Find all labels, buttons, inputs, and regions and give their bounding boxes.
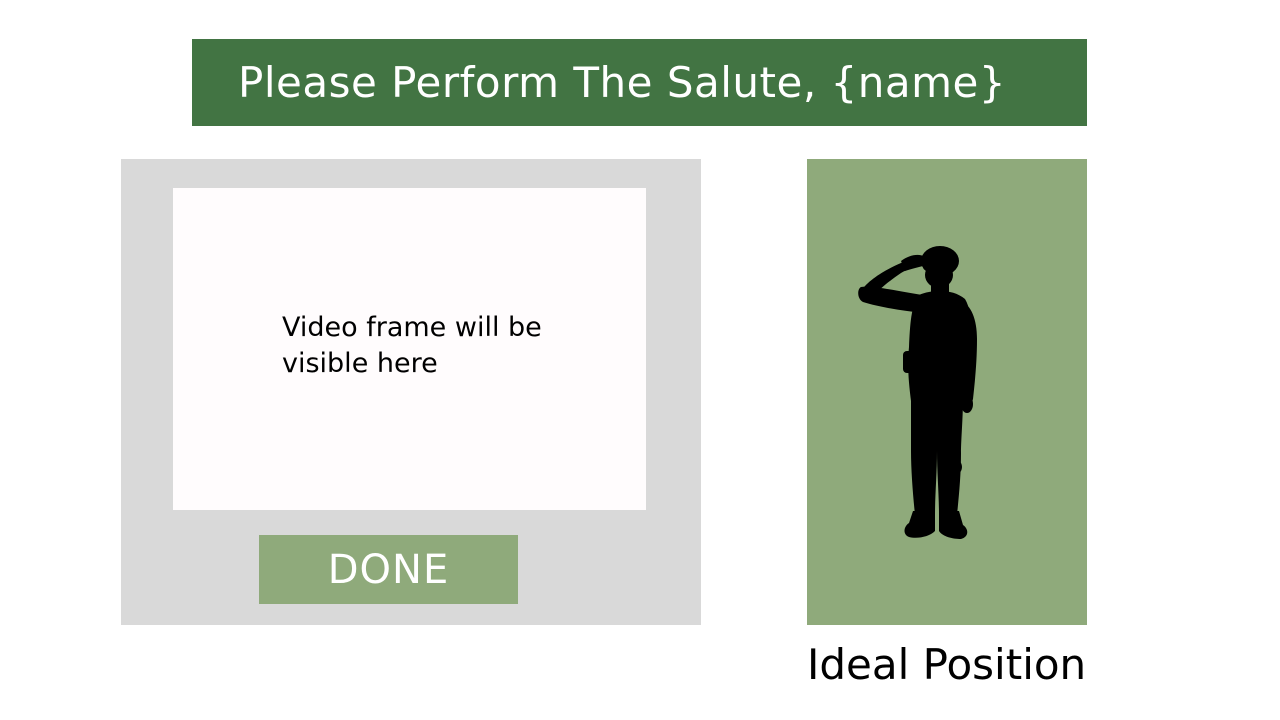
video-frame: Video frame will be visible here — [173, 188, 646, 510]
title-bar: Please Perform The Salute, {name} — [192, 39, 1087, 126]
saluting-soldier-icon — [858, 246, 977, 539]
page-title: Please Perform The Salute, {name} — [238, 58, 1007, 107]
done-button[interactable]: DONE — [259, 535, 518, 604]
ideal-position-panel — [807, 159, 1087, 625]
ideal-position-caption: Ideal Position — [807, 640, 1087, 689]
video-panel: Video frame will be visible here DONE — [121, 159, 701, 625]
video-placeholder-text: Video frame will be visible here — [282, 312, 542, 379]
